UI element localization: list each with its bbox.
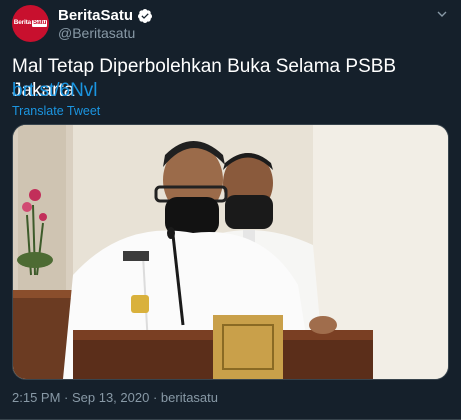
display-name[interactable]: BeritaSatu [58,7,133,25]
tweet-source[interactable]: beritasatu [161,390,218,405]
tweet-date[interactable]: Sep 13, 2020 [72,390,149,405]
tweet-photo[interactable] [12,124,449,380]
avatar-logo-main: Berita [13,19,31,27]
tweet-link[interactable]: brt.st/6Nvl [12,79,98,103]
avatar-logo: Berita Satu [14,20,48,27]
photo-illustration [13,125,448,379]
tweet-time[interactable]: 2:15 PM [12,390,60,405]
meta-separator: · [60,390,72,405]
meta-separator: · [149,390,161,405]
verified-badge-icon [138,9,153,23]
tweet-card: Berita Satu BeritaSatu @Beritasatu Mal Te… [0,0,461,420]
display-name-row[interactable]: BeritaSatu [58,7,153,25]
avatar-logo-sub: Satu [31,19,48,27]
handle[interactable]: @Beritasatu [58,25,135,42]
avatar[interactable]: Berita Satu [12,5,49,42]
translate-tweet-link[interactable]: Translate Tweet [12,104,100,119]
tweet-meta: 2:15 PM · Sep 13, 2020 · beritasatu [12,390,218,406]
chevron-down-icon[interactable] [434,6,450,22]
